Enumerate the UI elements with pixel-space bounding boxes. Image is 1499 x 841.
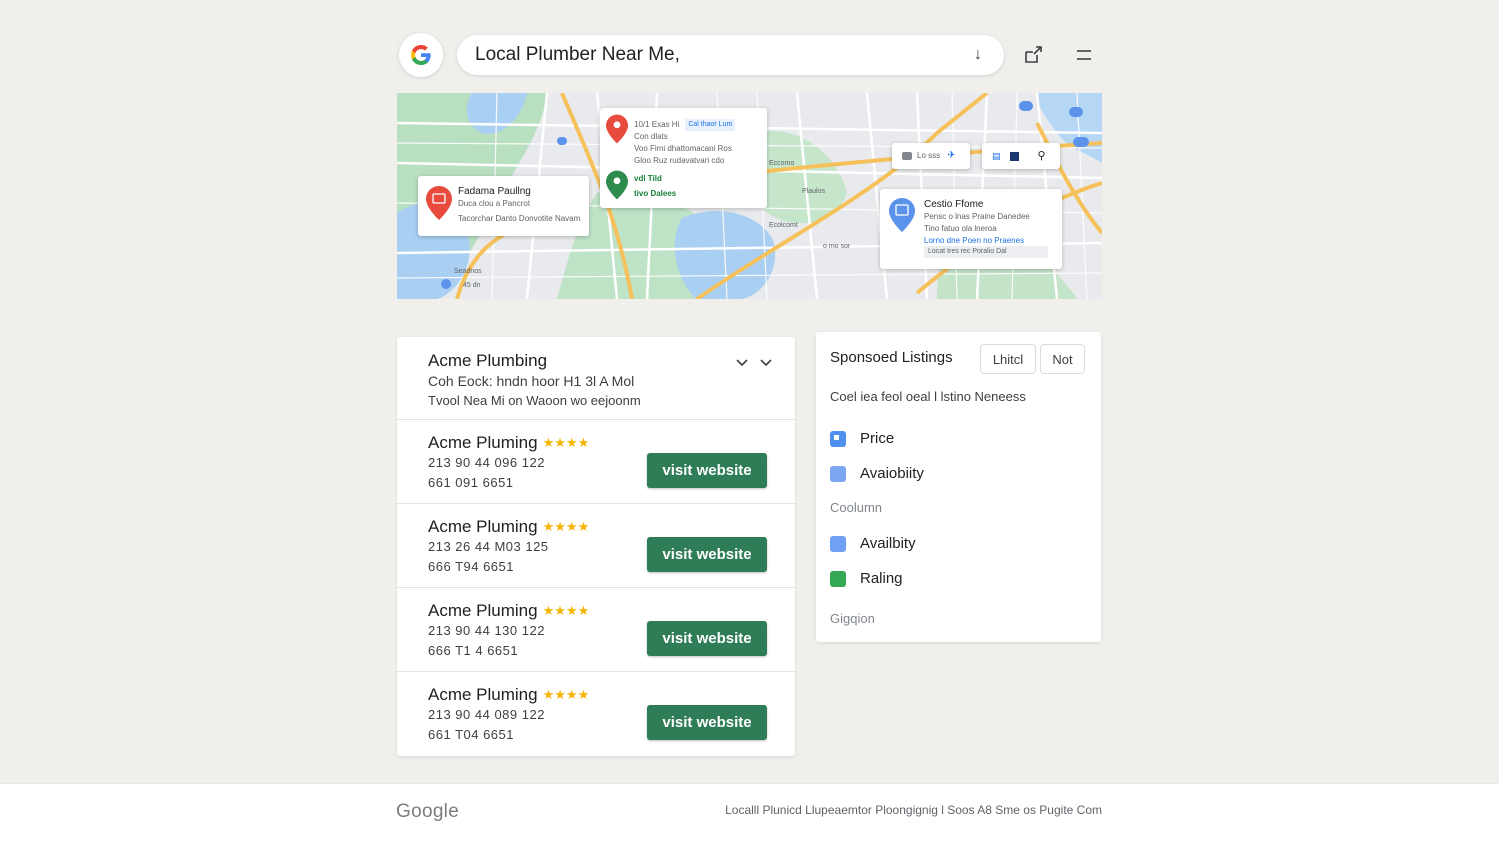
result-name: Acme Pluming	[428, 433, 538, 452]
visit-website-button[interactable]: visit website	[647, 621, 767, 656]
red-map-pin-icon	[426, 186, 452, 220]
checkbox-icon[interactable]	[830, 430, 846, 447]
map-card-title: Fadama Paullng	[458, 186, 531, 197]
results-header: Acme Plumbing Coh Eock: hndn hoor H1 3l …	[397, 337, 795, 420]
map-place-card-left[interactable]: Fadama Paullng Duca clou a Pancrot Tacor…	[418, 176, 589, 236]
camera-icon	[902, 152, 912, 160]
transit-icon[interactable]: ▤	[992, 150, 1001, 162]
green-map-pin-icon	[606, 170, 628, 200]
search-input[interactable]	[475, 44, 970, 66]
checkbox-icon[interactable]	[830, 570, 846, 587]
sponsored-listings-panel: Sponsoed Listings Lhitcl Not Coel iea fe…	[816, 332, 1101, 642]
checkbox-icon[interactable]	[830, 465, 846, 482]
map-place-card-right[interactable]: Cestio Ffome Pensc o lnas Praine Danedee…	[880, 189, 1062, 269]
result-item[interactable]: Acme Pluming ★★★★ 213 90 44 089 122 661 T…	[397, 672, 795, 756]
visit-website-button[interactable]: visit website	[647, 705, 767, 740]
map-layer-toggle[interactable]: Lo sss ✈	[892, 143, 970, 169]
sponsored-description: Coel iea feol oeal l lstino Neneess	[830, 389, 1026, 404]
blue-map-pin-icon	[889, 198, 915, 232]
checkbox-icon[interactable]	[830, 535, 846, 552]
result-name: Acme Pluming	[428, 601, 538, 620]
red-map-pin-icon	[606, 114, 628, 144]
filter-option-availability[interactable]: Availbity	[830, 535, 916, 552]
star-rating-icon: ★★★★	[542, 687, 590, 702]
star-rating-icon: ★★★★	[542, 435, 590, 450]
result-item[interactable]: Acme Pluming ★★★★ 213 90 44 130 122 666 T…	[397, 588, 795, 672]
results-header-subtitle: Tvool Nea Mi on Waoon wo eejoonm	[428, 393, 641, 408]
star-rating-icon: ★★★★	[542, 519, 590, 534]
share-icon[interactable]	[1022, 44, 1044, 66]
section-label: Gigqion	[830, 611, 875, 626]
result-item[interactable]: Acme Pluming ★★★★ 213 90 44 096 122 661 0…	[397, 420, 795, 504]
chevron-down-icon[interactable]	[758, 354, 774, 370]
results-header-subtitle: Coh Eock: hndn hoor H1 3l A Mol	[428, 373, 635, 389]
search-submit-arrow-icon[interactable]: ↓	[970, 46, 986, 64]
star-rating-icon: ★★★★	[542, 603, 590, 618]
footer-links[interactable]: Localll Plunicd Llupeaemtor Ploongignig …	[725, 803, 1102, 817]
map-card-line: Con dlats	[634, 132, 668, 141]
map-card-line: Voo Fimi dhattomacani Ros	[634, 144, 732, 153]
result-item[interactable]: Acme Pluming ★★★★ 213 26 44 M03 125 666 T…	[397, 504, 795, 588]
map-tools: ▤ ⚲	[982, 143, 1060, 169]
filter-button-b[interactable]: Not	[1040, 344, 1085, 374]
map-card-line: 10/1 Exas Hi	[634, 120, 680, 129]
results-list: Acme Plumbing Coh Eock: hndn hoor H1 3l …	[397, 337, 795, 756]
map-card-line: Duca clou a Pancrot	[458, 199, 531, 208]
map-card-chip[interactable]: Cal thaor Lum	[685, 119, 736, 131]
menu-icon[interactable]	[1073, 44, 1095, 66]
result-name: Acme Pluming	[428, 517, 538, 536]
map-card-footer: Locat tres rec Poralio Dal	[924, 246, 1048, 258]
filter-option-rating[interactable]: Raling	[830, 570, 903, 587]
map-label: 45 dn	[463, 282, 481, 289]
visit-website-button[interactable]: visit website	[647, 453, 767, 488]
google-logo-button[interactable]	[399, 33, 443, 77]
map-search-icon[interactable]: ⚲	[1038, 150, 1046, 162]
result-name: Acme Pluming	[428, 685, 538, 704]
map-card-status: vdl Tild	[634, 174, 662, 183]
map-card-line: Tacorchar Danto Donvotite Navam	[458, 214, 581, 223]
map-card-status: tivo Dalees	[634, 189, 677, 198]
section-label: Coolumn	[830, 500, 883, 515]
map-card-line: Gloo Ruz rudavatvari cdo	[634, 156, 725, 165]
map-label: Seadnos	[454, 268, 482, 275]
map-view[interactable]: Eccomo Plaulos Seadnos o mo sor Ecolcomt…	[397, 93, 1102, 299]
google-g-icon	[411, 45, 431, 65]
plane-icon: ✈	[947, 150, 956, 161]
map-card-title: Cestio Ffome	[924, 199, 984, 210]
visit-website-button[interactable]: visit website	[647, 537, 767, 572]
filter-button-a[interactable]: Lhitcl	[980, 344, 1036, 374]
map-label: Ecolcomt	[769, 222, 798, 229]
map-place-card-center[interactable]: 10/1 Exas Hi Cal thaor Lum Con dlats Voo…	[600, 108, 767, 208]
filter-option-price[interactable]: Price	[830, 430, 894, 447]
map-label: o mo sor	[823, 243, 851, 250]
filter-option-availability[interactable]: Avaiobiity	[830, 465, 924, 482]
footer: Google Localll Plunicd Llupeaemtor Ploon…	[0, 783, 1499, 841]
map-label: Eccomo	[769, 160, 794, 167]
map-card-line: Pensc o lnas Praine Danedee	[924, 212, 1030, 221]
chevron-down-icon[interactable]	[734, 354, 750, 370]
building-icon[interactable]	[1009, 151, 1019, 161]
footer-google-logo[interactable]: Google	[396, 801, 459, 823]
map-card-line: Tino fatuo ola lneroa	[924, 224, 997, 233]
search-bar: ↓	[457, 35, 1004, 75]
sponsored-title: Sponsoed Listings	[830, 349, 953, 366]
map-label: Plaulos	[802, 188, 825, 195]
